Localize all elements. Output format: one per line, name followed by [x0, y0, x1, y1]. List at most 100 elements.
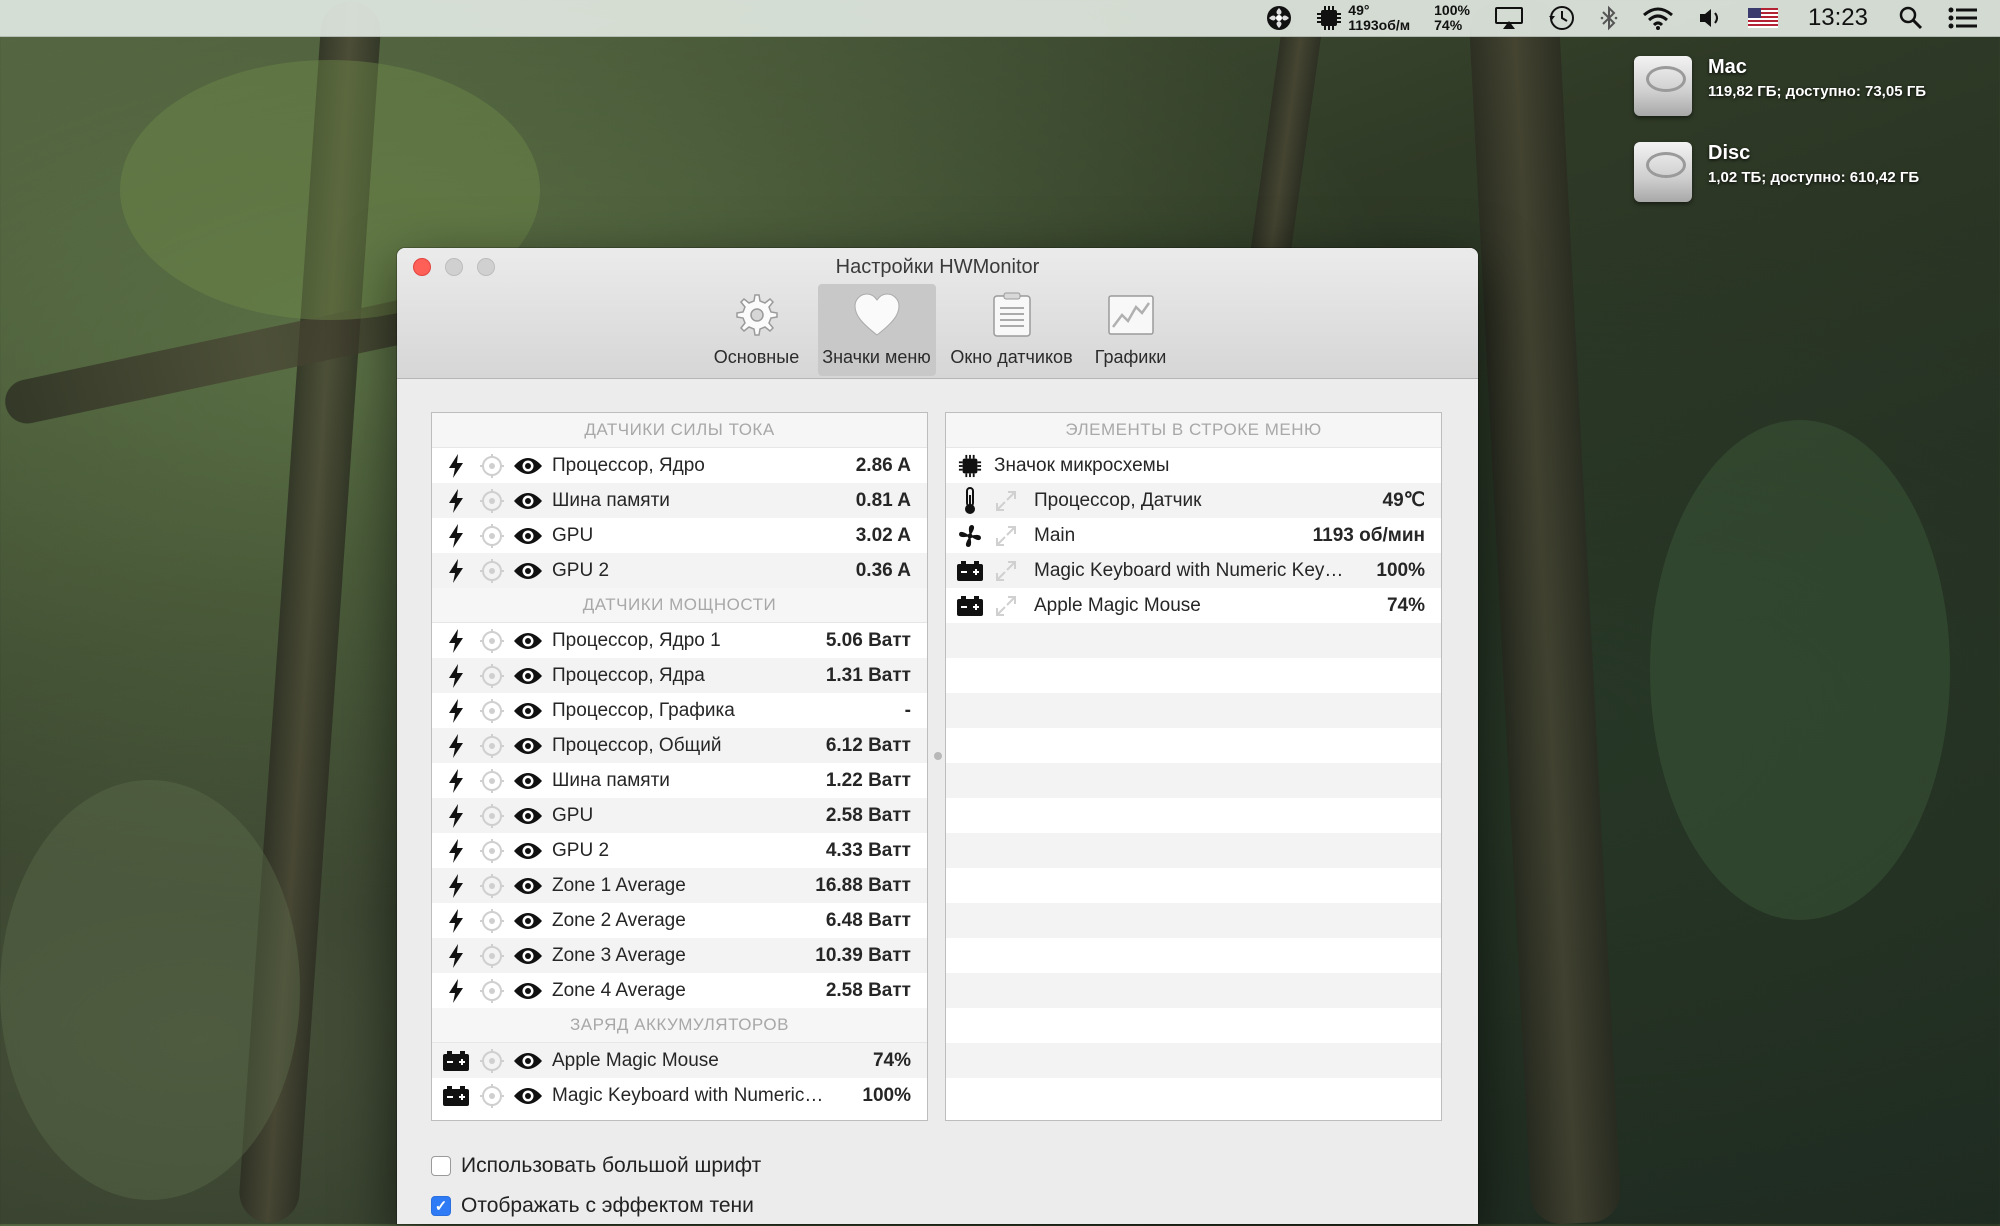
tab-sensor-window[interactable]: Окно датчиков — [942, 284, 1082, 376]
hard-drive-icon — [1634, 56, 1692, 116]
pin-toggle[interactable] — [474, 1048, 510, 1074]
split-divider-handle[interactable] — [934, 752, 942, 760]
large-font-checkbox[interactable] — [431, 1156, 451, 1176]
sensor-row[interactable]: Magic Keyboard with Numeric… 100% — [432, 1078, 927, 1113]
hwmonitor-chip-status[interactable]: 49° 1193об/м — [1304, 0, 1422, 36]
tab-menu-icons[interactable]: Значки меню — [817, 284, 936, 376]
desktop-drive-mac[interactable]: Mac 119,82 ГБ; доступно: 73,05 ГБ — [1634, 56, 1926, 116]
graph-icon — [1107, 295, 1154, 335]
pin-toggle[interactable] — [474, 453, 510, 479]
airplay-menu[interactable] — [1482, 0, 1536, 36]
sensor-row[interactable]: Zone 4 Average 2.58 Ватт — [432, 973, 927, 1008]
menubar-item-row[interactable]: Main 1193 об/мин — [946, 518, 1441, 553]
visibility-toggle[interactable] — [510, 561, 546, 581]
window-titlebar: Настройки HWMonitor Основные Значки меню… — [397, 248, 1478, 379]
lightning-icon — [449, 698, 463, 723]
clock[interactable]: 13:23 — [1790, 0, 1886, 36]
sensor-row[interactable]: Процессор, Общий 6.12 Ватт — [432, 728, 927, 763]
drag-handle[interactable] — [988, 559, 1024, 583]
pin-toggle[interactable] — [474, 838, 510, 864]
menubar-items-list[interactable]: ЭЛЕМЕНТЫ В СТРОКЕ МЕНЮ Значок микросхемы… — [945, 412, 1442, 1121]
chip-icon — [958, 454, 982, 477]
visibility-toggle[interactable] — [510, 841, 546, 861]
sensor-row[interactable]: Процессор, Графика - — [432, 693, 927, 728]
visibility-toggle[interactable] — [510, 771, 546, 791]
sensor-row[interactable]: Zone 1 Average 16.88 Ватт — [432, 868, 927, 903]
sensor-row[interactable]: GPU 2 0.36 A — [432, 553, 927, 588]
visibility-toggle[interactable] — [510, 701, 546, 721]
pin-toggle[interactable] — [474, 558, 510, 584]
empty-row — [946, 728, 1441, 763]
sensor-type-icon — [438, 838, 474, 864]
sensor-row[interactable]: Шина памяти 0.81 A — [432, 483, 927, 518]
visibility-toggle[interactable] — [510, 666, 546, 686]
pin-toggle[interactable] — [474, 698, 510, 724]
sensor-row[interactable]: GPU 3.02 A — [432, 518, 927, 553]
menubar-item-row[interactable]: Процессор, Датчик 49℃ — [946, 483, 1441, 518]
bluetooth-menu[interactable] — [1588, 0, 1630, 36]
sensor-row[interactable]: Шина памяти 1.22 Ватт — [432, 763, 927, 798]
pin-toggle[interactable] — [474, 663, 510, 689]
wifi-menu[interactable] — [1630, 0, 1686, 36]
pin-toggle[interactable] — [474, 768, 510, 794]
visibility-toggle[interactable] — [510, 631, 546, 651]
spotlight-button[interactable] — [1886, 0, 1936, 36]
visibility-toggle[interactable] — [510, 736, 546, 756]
sensor-label: Процессор, Ядро — [552, 454, 705, 476]
sensor-row[interactable]: Zone 2 Average 6.48 Ватт — [432, 903, 927, 938]
sensor-row[interactable]: Zone 3 Average 10.39 Ватт — [432, 938, 927, 973]
visibility-toggle[interactable] — [510, 526, 546, 546]
shadow-option[interactable]: ✓ Отображать с эффектом тени — [431, 1186, 761, 1224]
eye-icon — [514, 982, 542, 999]
pin-toggle[interactable] — [474, 803, 510, 829]
sensor-row[interactable]: Процессор, Ядра 1.31 Ватт — [432, 658, 927, 693]
tab-graphs[interactable]: Графики — [1088, 284, 1174, 376]
notification-center-button[interactable] — [1936, 0, 2000, 36]
drag-handle[interactable] — [988, 524, 1024, 548]
volume-menu[interactable] — [1686, 0, 1736, 36]
hwmonitor-battery-status[interactable]: 100% 74% — [1422, 0, 1482, 36]
pin-toggle[interactable] — [474, 943, 510, 969]
sensor-row[interactable]: GPU 2 4.33 Ватт — [432, 833, 927, 868]
visibility-toggle[interactable] — [510, 876, 546, 896]
lightning-icon — [449, 873, 463, 898]
visibility-toggle[interactable] — [510, 911, 546, 931]
visibility-toggle[interactable] — [510, 981, 546, 1001]
lightning-icon — [449, 453, 463, 478]
menubar-item-row[interactable]: Magic Keyboard with Numeric Key… 100% — [946, 553, 1441, 588]
large-font-option[interactable]: Использовать большой шрифт — [431, 1146, 761, 1186]
visibility-toggle[interactable] — [510, 806, 546, 826]
list-item-chip[interactable]: Значок микросхемы — [946, 448, 1441, 483]
sensor-row[interactable]: GPU 2.58 Ватт — [432, 798, 927, 833]
visibility-toggle[interactable] — [510, 491, 546, 511]
sensor-value: 10.39 Ватт — [815, 944, 911, 966]
sensor-row[interactable]: Apple Magic Mouse 74% — [432, 1043, 927, 1078]
visibility-toggle[interactable] — [510, 946, 546, 966]
pin-toggle[interactable] — [474, 733, 510, 759]
sensor-row[interactable]: Процессор, Ядро 1 5.06 Ватт — [432, 623, 927, 658]
pin-toggle[interactable] — [474, 908, 510, 934]
drag-handle[interactable] — [988, 594, 1024, 618]
pin-toggle[interactable] — [474, 628, 510, 654]
sensor-value: 5.06 Ватт — [825, 629, 911, 651]
pin-toggle[interactable] — [474, 978, 510, 1004]
input-source-menu[interactable] — [1736, 0, 1790, 36]
menubar-item-row[interactable]: Apple Magic Mouse 74% — [946, 588, 1441, 623]
visibility-toggle[interactable] — [510, 1086, 546, 1106]
available-sensors-list[interactable]: ДАТЧИКИ СИЛЫ ТОКА Процессор, Ядро 2.86 A Ш… — [431, 412, 928, 1121]
sensor-value: 2.86 A — [855, 454, 911, 476]
hwmonitor-fan-status[interactable] — [1254, 0, 1304, 36]
time-machine-menu[interactable] — [1536, 0, 1588, 36]
pin-toggle[interactable] — [474, 488, 510, 514]
visibility-toggle[interactable] — [510, 1051, 546, 1071]
tab-general[interactable]: Основные — [702, 284, 812, 376]
desktop-drive-disc[interactable]: Disc 1,02 ТБ; доступно: 610,42 ГБ — [1634, 142, 1919, 202]
pin-toggle[interactable] — [474, 1083, 510, 1109]
expand-icon — [996, 595, 1016, 616]
pin-toggle[interactable] — [474, 873, 510, 899]
sensor-row[interactable]: Процессор, Ядро 2.86 A — [432, 448, 927, 483]
pin-toggle[interactable] — [474, 523, 510, 549]
visibility-toggle[interactable] — [510, 456, 546, 476]
shadow-checkbox[interactable]: ✓ — [431, 1196, 451, 1216]
drag-handle[interactable] — [988, 489, 1024, 513]
